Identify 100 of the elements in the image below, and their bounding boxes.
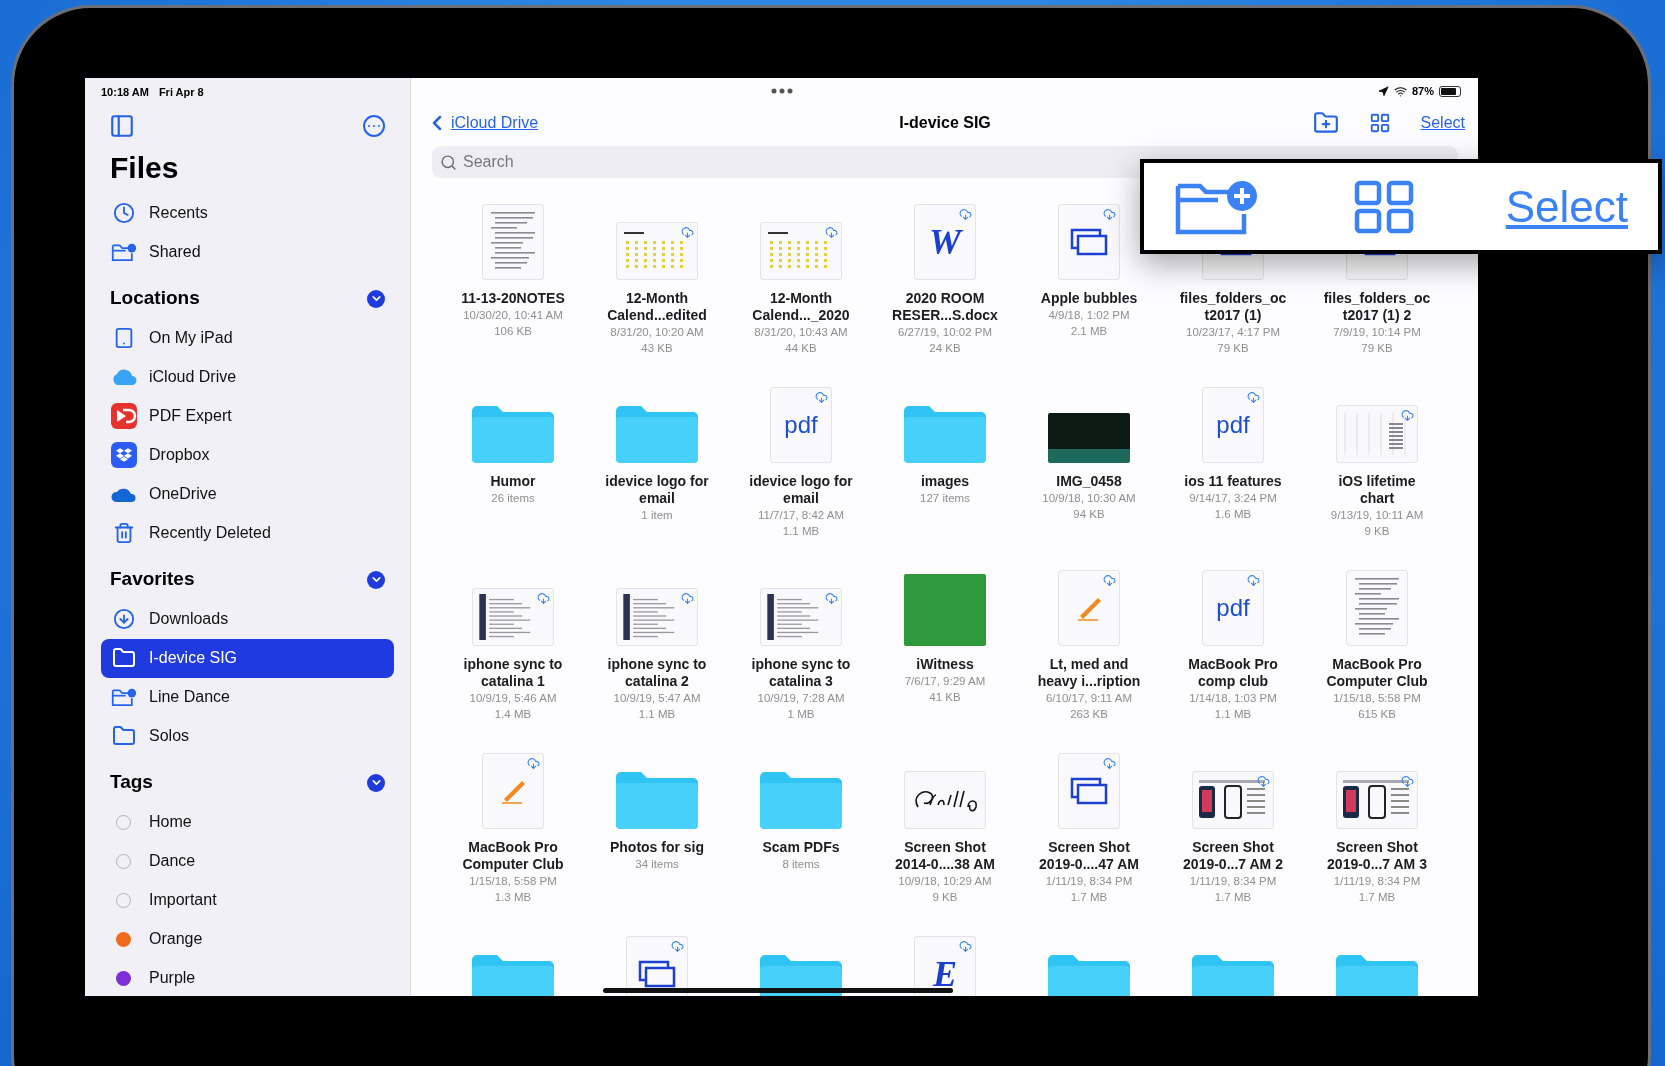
file-detail: 127 items [920,491,970,506]
file-detail: 615 KB [1358,707,1396,722]
slides-icon [638,960,676,988]
new-folder-icon[interactable] [1312,110,1339,136]
file-detail: 10/9/18, 10:29 AM [898,874,992,889]
file-name[interactable]: MacBook Pro comp club [1188,656,1278,690]
select-button[interactable]: Select [1420,111,1465,135]
file-detail: 10/9/19, 7:28 AM [757,691,845,706]
file-name[interactable]: iphone sync to catalina 1 [463,656,563,690]
file-name[interactable]: Apple bubbles [1040,290,1138,307]
collapse-toggle-icon[interactable] [367,570,385,589]
file-detail: 7/9/19, 10:14 PM [1333,325,1421,340]
file-detail: 9 KB [1364,524,1390,539]
battery-percent: 87% [1411,83,1434,99]
file-detail: 1 item [641,508,673,523]
sidebar-item[interactable]: Important [101,880,394,920]
file-detail: 1.7 MB [1358,890,1396,905]
file-detail: 1/11/19, 8:34 PM [1189,874,1277,889]
sidebar-item[interactable]: Home [101,802,394,842]
file-detail: 6/10/17, 9:11 AM [1045,691,1133,706]
sidebar-item[interactable]: Dance [101,841,394,881]
slides-icon [1070,777,1108,805]
file-detail: 2.1 MB [1070,324,1108,339]
text-lines-drawing [1355,578,1399,638]
file-name[interactable]: 12-Month Calend...edited [607,290,707,324]
sidebar-item[interactable]: Downloads [101,599,394,639]
file-name[interactable]: 2020 ROOM RESER...S.docx [892,290,998,324]
file-name[interactable]: 11-13-20NOTES [461,290,565,307]
multitasking-dots-icon[interactable] [771,88,793,94]
file-name[interactable]: Screen Shot 2019-0....47 AM [1039,839,1139,873]
shared-folder-icon [111,686,137,708]
sidebar-item[interactable]: Orange [101,919,394,959]
search-icon [440,153,457,171]
battery-icon [1439,85,1461,97]
file-detail: 94 KB [1073,507,1105,522]
more-icon[interactable] [362,113,386,138]
file-name[interactable]: iphone sync to catalina 2 [607,656,707,690]
grid-view-icon[interactable] [1368,112,1391,134]
file-name[interactable]: Photos for sig [609,839,705,856]
sidebar-item[interactable]: On My iPad [101,318,394,358]
sidebar-item[interactable]: OneDrive [101,474,394,514]
file-detail: 8/31/20, 10:20 AM [610,325,704,340]
file-detail: 10/9/19, 5:47 AM [613,691,701,706]
file-name[interactable]: MacBook Pro Computer Club [1326,656,1428,690]
file-detail: 1/11/19, 8:34 PM [1333,874,1421,889]
cloud-icon [111,369,137,385]
file-detail: 41 KB [929,690,961,705]
back-link[interactable]: iCloud Drive [451,111,539,135]
file-name[interactable]: Screen Shot 2019-0...7 AM 3 [1327,839,1427,873]
file-name[interactable]: Humor [490,473,536,490]
file-detail: 34 items [635,857,679,872]
file-detail: 1/11/19, 8:34 PM [1045,874,1133,889]
file-name[interactable]: iWitness [916,656,974,673]
file-name[interactable]: 12-Month Calend..._2020 [752,290,850,324]
file-detail: 1/15/18, 5:58 PM [1333,691,1421,706]
file-name[interactable]: iOS lifetime chart [1338,473,1416,507]
file-name[interactable]: Lt, med and heavy i...ription [1037,656,1141,690]
file-name[interactable]: images [920,473,970,490]
file-name[interactable]: ios 11 features [1184,473,1282,490]
sidebar-title: Files [109,149,180,186]
sidebar-item[interactable]: PDF Expert [101,396,394,436]
sidebar-item[interactable]: Line Dance [101,677,394,717]
dropbox-icon [111,442,137,468]
file-name[interactable]: Screen Shot 2014-0....38 AM [895,839,995,873]
sidebar-item[interactable]: Solos [101,716,394,756]
file-detail: 1 MB [787,707,815,722]
file-detail: 263 KB [1070,707,1108,722]
sidebar-item[interactable]: Purple [101,958,394,996]
sidebar-item[interactable]: Recents [101,193,394,233]
file-detail: 8/31/20, 10:43 AM [754,325,848,340]
collapse-toggle-icon[interactable] [367,289,385,308]
file-detail: 8 items [782,857,820,872]
file-name[interactable]: Screen Shot 2019-0...7 AM 2 [1183,839,1283,873]
file-name[interactable]: IMG_0458 [1056,473,1122,490]
sidebar-toggle-icon[interactable] [109,112,135,139]
file-detail: 9 KB [932,890,958,905]
file-detail: 10/30/20, 10:41 AM [463,308,563,323]
sidebar-item[interactable]: iCloud Drive [101,357,394,397]
shared-folder-icon [111,241,137,263]
sidebar-item[interactable]: Dropbox [101,435,394,475]
collapse-toggle-icon[interactable] [367,773,385,792]
sidebar-item[interactable]: I-device SIG [101,638,394,678]
sidebar-item[interactable]: Shared [101,232,394,272]
file-detail: 6/27/19, 10:02 PM [898,325,992,340]
file-detail: 1.1 MB [782,524,820,539]
status-date: Fri Apr 8 [158,85,204,100]
section-header: Favorites [110,567,195,592]
sidebar-item[interactable]: Recently Deleted [101,513,394,553]
folder-title: I-device SIG [899,113,991,133]
file-name[interactable]: files_folders_oc t2017 (1) 2 [1323,290,1431,324]
file-name[interactable]: Scam PDFs [762,839,840,856]
text-lines-drawing [491,212,535,272]
file-name[interactable]: MacBook Pro Computer Club [462,839,564,873]
file-name[interactable]: files_folders_oc t2017 (1) [1179,290,1287,324]
file-name[interactable]: iphone sync to catalina 3 [751,656,851,690]
tablet-icon [113,327,135,349]
file-name[interactable]: idevice logo for email [749,473,853,507]
section-header: Locations [110,286,200,311]
file-detail: 9/13/19, 10:11 AM [1330,508,1424,523]
file-name[interactable]: idevice logo for email [605,473,709,507]
